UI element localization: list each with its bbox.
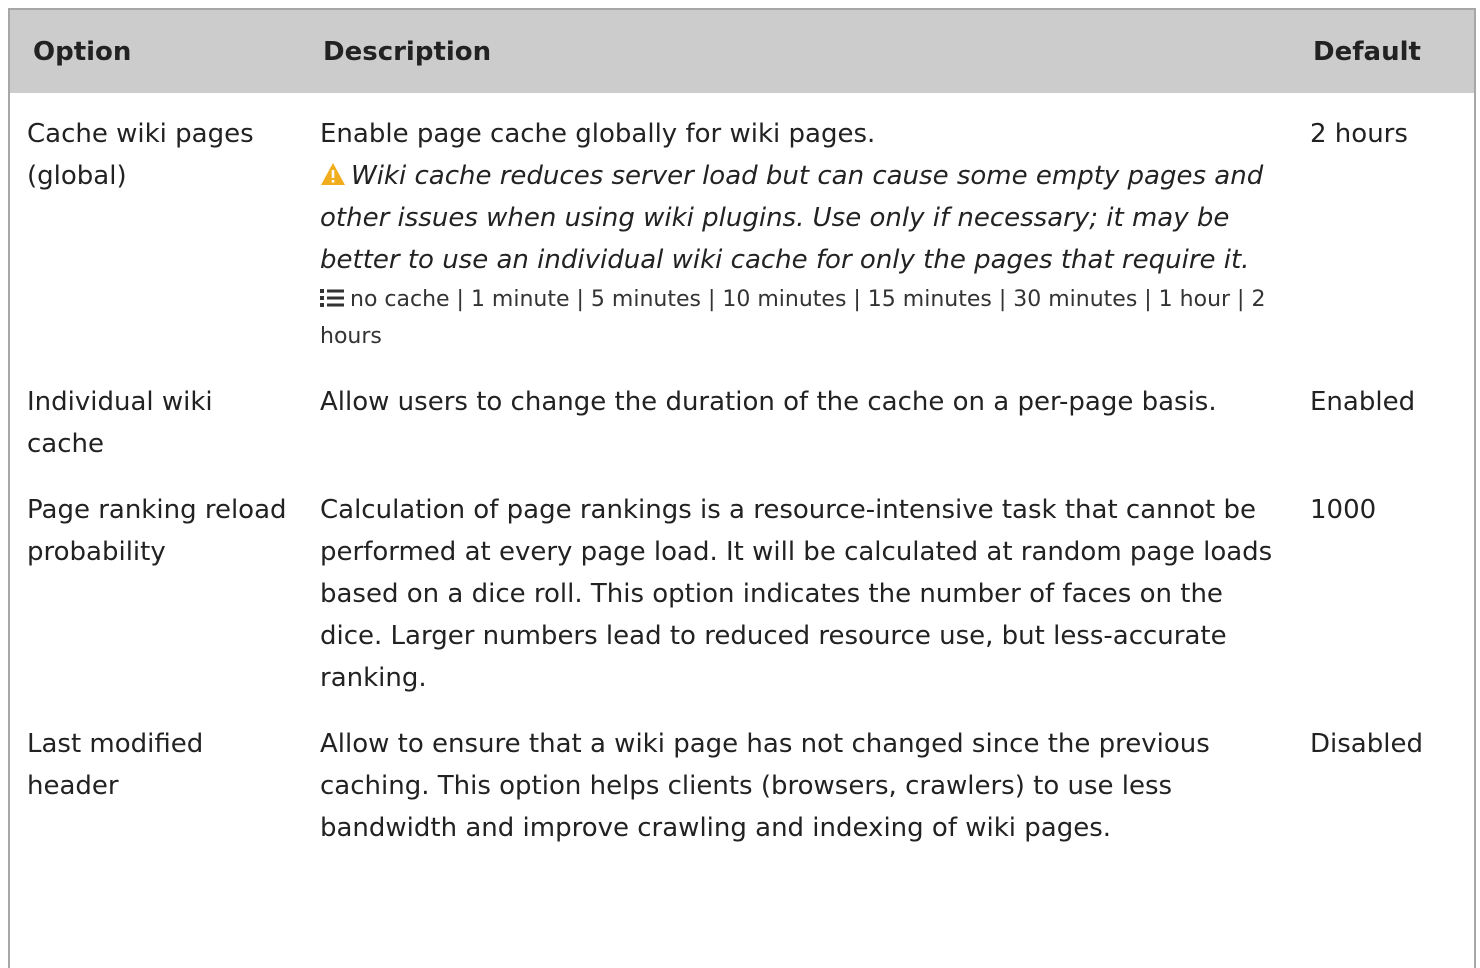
table-header: Option Description Default xyxy=(10,10,1474,93)
option-default: Disabled xyxy=(1310,729,1423,759)
option-name: Individual wiki cache xyxy=(27,387,213,459)
option-default: 2 hours xyxy=(1310,119,1408,149)
option-description: Allow users to change the duration of th… xyxy=(320,387,1217,417)
table-row: Last modified header Allow to ensure tha… xyxy=(10,699,1474,849)
option-name: Cache wiki pages (global) xyxy=(27,119,254,191)
header-row: Option Description Default xyxy=(10,10,1474,93)
option-default: Enabled xyxy=(1310,387,1416,417)
settings-table-frame: Option Description Default Cache wiki pa… xyxy=(8,8,1476,968)
option-name: Page ranking reload probability xyxy=(27,495,287,567)
options-list: no cache | 1 minute | 5 minutes | 10 min… xyxy=(320,281,1287,355)
header-description: Description xyxy=(323,36,492,67)
option-name: Last modified header xyxy=(27,729,204,801)
table-body: Cache wiki pages (global) Enable page ca… xyxy=(10,93,1474,849)
header-option: Option xyxy=(33,36,132,67)
option-description: Allow to ensure that a wiki page has not… xyxy=(320,729,1210,843)
settings-table: Option Description Default Cache wiki pa… xyxy=(10,10,1474,849)
table-row: Page ranking reload probability Calculat… xyxy=(10,465,1474,699)
header-default: Default xyxy=(1313,36,1421,67)
warning-triangle-icon xyxy=(321,163,345,185)
option-description: Enable page cache globally for wiki page… xyxy=(320,119,876,149)
option-default: 1000 xyxy=(1310,495,1377,525)
options-list-text: no cache | 1 minute | 5 minutes | 10 min… xyxy=(320,287,1266,349)
list-icon xyxy=(320,289,344,307)
table-row: Cache wiki pages (global) Enable page ca… xyxy=(10,93,1474,357)
table-row: Individual wiki cache Allow users to cha… xyxy=(10,357,1474,465)
warning-note: Wiki cache reduces server load but can c… xyxy=(320,155,1287,281)
warning-text: Wiki cache reduces server load but can c… xyxy=(320,161,1264,275)
option-description: Calculation of page rankings is a resour… xyxy=(320,495,1273,693)
option-description-cell: Enable page cache globally for wiki page… xyxy=(300,93,1295,357)
